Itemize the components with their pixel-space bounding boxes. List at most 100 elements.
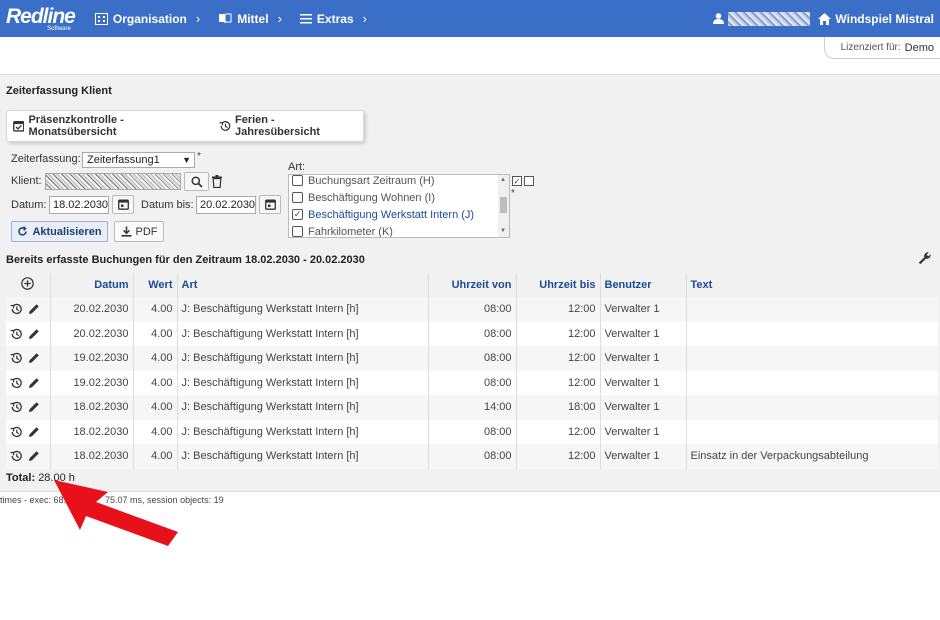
cell-art: J: Beschäftigung Werkstatt Intern [h]	[177, 419, 429, 444]
cell-datum: 18.02.2030	[50, 419, 134, 444]
art-item-h[interactable]: Buchungsart Zeitraum (H)	[289, 175, 509, 189]
add-circle-icon[interactable]	[21, 277, 35, 290]
chevron-right-icon: ›	[362, 11, 367, 26]
art-item-label: Fahrkilometer (K)	[308, 225, 393, 238]
cell-wert: 4.00	[133, 419, 178, 444]
add-entry-header[interactable]	[6, 273, 51, 297]
total-label: Total:	[6, 472, 36, 484]
tab-ferien-label: Ferien - Jahresübersicht	[234, 114, 320, 138]
refresh-icon	[18, 226, 28, 236]
cell-art: J: Beschäftigung Werkstatt Intern [h]	[177, 444, 429, 469]
datum-calendar-button[interactable]	[112, 195, 134, 214]
table-row[interactable]: 20.02.2030 4.00 J: Beschäftigung Werksta…	[6, 321, 938, 346]
cell-benutzer: Verwalter 1	[600, 346, 687, 371]
pdf-button-label: PDF	[135, 225, 158, 238]
table-row[interactable]: 20.02.2030 4.00 J: Beschäftigung Werksta…	[6, 297, 938, 322]
history-icon	[219, 121, 230, 131]
cell-art: J: Beschäftigung Werkstatt Intern [h]	[177, 346, 429, 371]
datum-bis-calendar-button[interactable]	[259, 195, 281, 214]
history-icon[interactable]	[10, 328, 23, 340]
table-row[interactable]: 18.02.2030 4.00 J: Beschäftigung Werksta…	[6, 395, 938, 420]
art-item-j[interactable]: ✓ Beschäftigung Werkstatt Intern (J)	[289, 206, 509, 223]
nav-organisation[interactable]: Organisation ›	[94, 11, 200, 26]
art-item-k[interactable]: Fahrkilometer (K)	[289, 223, 509, 238]
cell-text	[686, 321, 938, 346]
cell-datum: 19.02.2030	[50, 346, 134, 371]
zeiterfassung-select[interactable]: Zeiterfassung1 ▼	[82, 152, 195, 168]
row-actions	[6, 419, 51, 444]
col-datum[interactable]: Datum	[50, 273, 134, 297]
search-button[interactable]	[184, 172, 209, 191]
col-wert[interactable]: Wert	[133, 273, 178, 297]
col-uhrzeit-von[interactable]: Uhrzeit von	[428, 273, 517, 297]
delete-klient-button[interactable]	[212, 175, 222, 191]
app-logo[interactable]: Redline Software	[6, 6, 76, 32]
cell-bis: 12:00	[516, 346, 601, 371]
art-listbox-scrollbar[interactable]: ▲ ▼	[498, 175, 509, 237]
history-icon[interactable]	[10, 377, 23, 389]
refresh-button[interactable]: Aktualisieren	[11, 221, 108, 242]
art-label: Art:	[288, 161, 306, 173]
art-item-i[interactable]: Beschäftigung Wohnen (I)	[289, 189, 509, 206]
cell-bis: 12:00	[516, 370, 601, 395]
building-icon	[94, 12, 108, 25]
table-row[interactable]: 19.02.2030 4.00 J: Beschäftigung Werksta…	[6, 370, 938, 395]
refresh-button-label: Aktualisieren	[32, 225, 102, 238]
col-uhrzeit-bis[interactable]: Uhrzeit bis	[516, 273, 601, 297]
edit-pencil-icon[interactable]	[28, 450, 40, 462]
edit-pencil-icon[interactable]	[28, 352, 40, 364]
checkbox-icon[interactable]	[292, 192, 303, 203]
history-icon[interactable]	[10, 352, 23, 364]
row-actions	[6, 346, 51, 371]
history-icon[interactable]	[10, 401, 23, 413]
select-all-checkbox[interactable]: ✓	[512, 176, 522, 186]
edit-pencil-icon[interactable]	[28, 377, 40, 389]
settings-button[interactable]	[918, 251, 932, 268]
checkbox-icon[interactable]	[292, 175, 303, 186]
edit-pencil-icon[interactable]	[28, 426, 40, 438]
history-icon[interactable]	[10, 450, 23, 462]
page-title: Zeiterfassung Klient	[6, 85, 112, 97]
scroll-up-icon[interactable]: ▲	[500, 177, 506, 183]
art-item-label: Beschäftigung Wohnen (I)	[308, 191, 435, 204]
checkbox-icon[interactable]	[292, 226, 303, 237]
scroll-down-icon[interactable]: ▼	[500, 228, 506, 234]
nav-mittel[interactable]: Mittel ›	[218, 11, 282, 26]
calendar-check-icon	[13, 121, 25, 132]
nav-extras[interactable]: Extras ›	[299, 11, 367, 26]
cell-datum: 18.02.2030	[50, 444, 134, 469]
edit-pencil-icon[interactable]	[28, 401, 40, 413]
tab-ferien[interactable]: Ferien - Jahresübersicht	[213, 114, 363, 138]
cell-benutzer: Verwalter 1	[600, 395, 687, 420]
cell-text: Einsatz in der Verpackungsabteilung	[686, 444, 938, 469]
table-row[interactable]: 19.02.2030 4.00 J: Beschäftigung Werksta…	[6, 346, 938, 371]
user-name-redacted[interactable]	[728, 11, 811, 26]
table-row[interactable]: 18.02.2030 4.00 J: Beschäftigung Werksta…	[6, 419, 938, 444]
col-benutzer[interactable]: Benutzer	[600, 273, 687, 297]
pdf-button[interactable]: PDF	[114, 221, 164, 242]
license-label: Lizenziert für:	[840, 42, 901, 53]
edit-pencil-icon[interactable]	[28, 328, 40, 340]
cell-datum: 19.02.2030	[50, 370, 134, 395]
calendar-icon	[117, 199, 129, 210]
scroll-thumb[interactable]	[500, 197, 507, 213]
tab-praesenzkontrolle-label: Präsenzkontrolle - Monatsübersicht	[28, 114, 124, 138]
license-value: Demo	[904, 41, 934, 54]
history-icon[interactable]	[10, 303, 23, 315]
col-text[interactable]: Text	[686, 273, 938, 297]
datum-input[interactable]: 18.02.2030	[49, 196, 109, 214]
select-none-checkbox[interactable]	[524, 176, 534, 186]
chevron-right-icon: ›	[277, 11, 282, 26]
checkbox-checked-icon[interactable]: ✓	[292, 209, 303, 220]
location-name[interactable]: Windspiel Mistral	[835, 12, 934, 26]
row-actions	[6, 444, 51, 469]
col-art[interactable]: Art	[177, 273, 429, 297]
klient-field-redacted[interactable]	[45, 173, 181, 190]
cell-von: 08:00	[428, 444, 517, 469]
art-listbox[interactable]: Buchungsart Zeitraum (H) Beschäftigung W…	[288, 174, 510, 238]
history-icon[interactable]	[10, 426, 23, 438]
datum-bis-input[interactable]: 20.02.2030	[196, 196, 256, 214]
table-row[interactable]: 18.02.2030 4.00 J: Beschäftigung Werksta…	[6, 444, 938, 469]
edit-pencil-icon[interactable]	[28, 303, 40, 315]
tab-praesenzkontrolle[interactable]: Präsenzkontrolle - Monatsübersicht	[7, 114, 213, 138]
